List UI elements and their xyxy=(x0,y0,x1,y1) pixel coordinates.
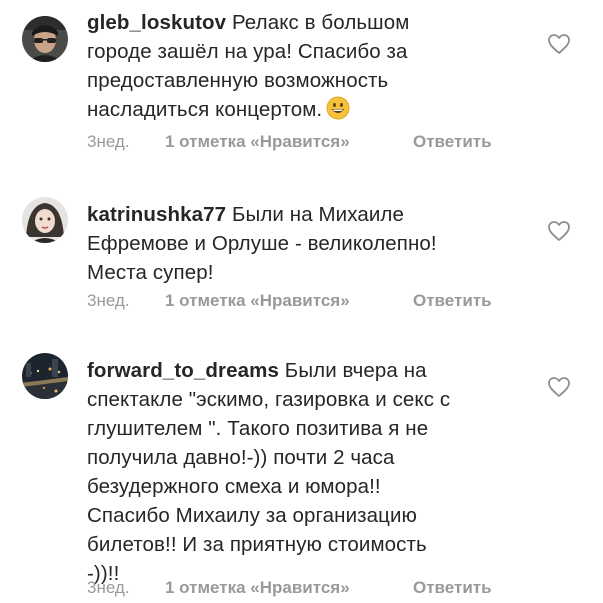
comment-line: Места супер! xyxy=(87,261,214,284)
comment-timestamp: 3нед. xyxy=(87,291,130,310)
comment-line: насладиться концертом. xyxy=(87,98,323,121)
comment-username[interactable]: forward_to_dreams xyxy=(87,359,279,382)
reply-button[interactable]: Ответить xyxy=(413,291,492,311)
comment-line: Ефремове и Орлуше - великолепно! xyxy=(87,232,437,255)
comment-text: gleb_loskutov Релакс в большом городе за… xyxy=(87,8,527,124)
avatar-gleb-loskutov[interactable] xyxy=(22,16,68,62)
comment-text: katrinushka77 Были на Михаиле Ефремове и… xyxy=(87,200,527,287)
like-heart-icon[interactable] xyxy=(547,376,571,398)
comment-line: Были вчера на xyxy=(284,359,427,382)
likes-count-link[interactable]: 1 отметка «Нравится» xyxy=(165,578,350,598)
comment-2: katrinushka77 Были на Михаиле Ефремове и… xyxy=(0,180,603,320)
like-heart-icon[interactable] xyxy=(547,220,571,242)
comment-line: глушителем ". Такого позитива я не xyxy=(87,417,429,440)
comment-1: gleb_loskutov Релакс в большом городе за… xyxy=(0,0,603,165)
avatar-katrinushka77[interactable] xyxy=(22,197,68,243)
comment-username[interactable]: katrinushka77 xyxy=(87,203,226,226)
grinning-face-emoji xyxy=(326,96,350,120)
comment-timestamp: 3нед. xyxy=(87,578,130,597)
avatar-forward-to-dreams[interactable] xyxy=(22,353,68,399)
comment-line: Были на Михаиле xyxy=(231,203,404,226)
likes-count-link[interactable]: 1 отметка «Нравится» xyxy=(165,132,350,152)
comment-3: forward_to_dreams Были вчера на спектакл… xyxy=(0,336,603,603)
comment-line: Релакс в большом xyxy=(231,11,410,34)
comment-line: безудержного смеха и юмора!! xyxy=(87,475,381,498)
likes-count-link[interactable]: 1 отметка «Нравится» xyxy=(165,291,350,311)
comment-line: городе зашёл на ура! Спасибо за xyxy=(87,40,408,63)
comment-line: спектакле "эскимо, газировка и секс с xyxy=(87,388,451,411)
comment-line: билетов!! И за приятную стоимость xyxy=(87,533,427,556)
like-heart-icon[interactable] xyxy=(547,33,571,55)
comment-line: Спасибо Михаилу за организацию xyxy=(87,504,418,527)
comment-line: получила давно!-)) почти 2 часа xyxy=(87,446,395,469)
comment-timestamp: 3нед. xyxy=(87,132,130,151)
comment-line: предоставленную возможность xyxy=(87,69,389,92)
reply-button[interactable]: Ответить xyxy=(413,132,492,152)
comment-username[interactable]: gleb_loskutov xyxy=(87,11,226,34)
comment-text: forward_to_dreams Были вчера на спектакл… xyxy=(87,356,527,588)
reply-button[interactable]: Ответить xyxy=(413,578,492,598)
